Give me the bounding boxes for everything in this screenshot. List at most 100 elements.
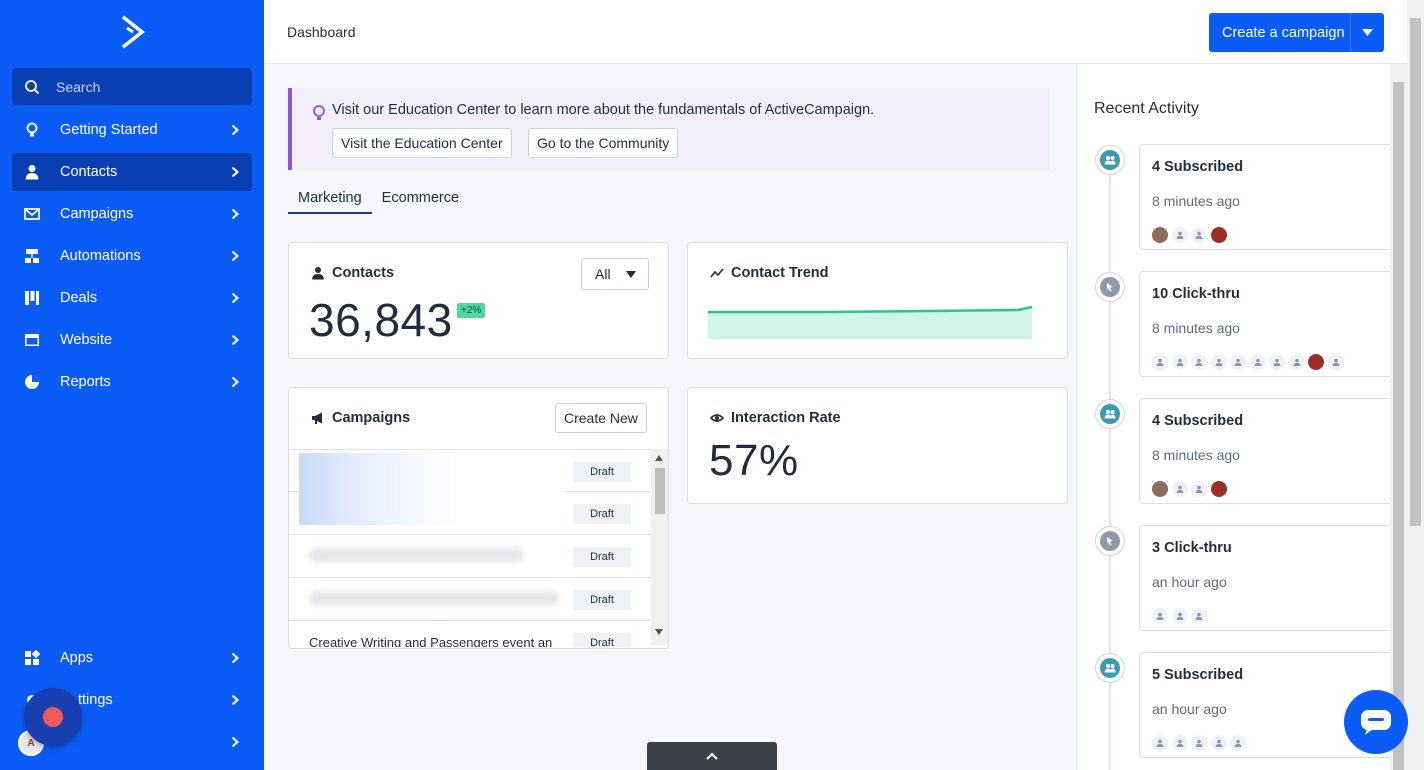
contact-avatar[interactable] (1210, 735, 1227, 751)
contact-avatar[interactable] (1152, 227, 1168, 243)
campaigns-scroll-thumb[interactable] (655, 468, 665, 514)
lightbulb-icon (313, 105, 325, 120)
activity-heading: 3 Click-thru (1152, 540, 1232, 556)
contact-avatar[interactable] (1152, 354, 1168, 370)
contact-avatar[interactable] (1210, 481, 1227, 497)
chevron-right-icon (231, 694, 239, 706)
activity-time: an hour ago (1152, 701, 1227, 717)
sidebar-item-label: Contacts (60, 164, 118, 180)
sidebar-item-automations[interactable]: Automations (12, 237, 252, 275)
contact-avatar[interactable] (1191, 481, 1207, 497)
contact-avatar[interactable] (1288, 354, 1305, 370)
blurred-campaign-name (309, 591, 559, 605)
campaign-name: Creative Writing and Passengers event an (309, 635, 553, 647)
sidebar-item-apps[interactable]: Apps (12, 639, 252, 677)
contact-avatar[interactable] (1171, 608, 1188, 624)
contact-avatar[interactable] (1171, 227, 1188, 243)
contact-avatar[interactable] (1210, 227, 1227, 243)
contact-avatar[interactable] (1308, 354, 1324, 370)
page-scroll-thumb[interactable] (1410, 18, 1421, 526)
pointer-icon (1100, 277, 1120, 297)
tab-marketing[interactable]: Marketing (288, 184, 372, 214)
chevron-up-icon (706, 752, 718, 760)
scroll-down-arrow-icon[interactable] (655, 629, 663, 635)
campaign-row[interactable]: Draft (289, 578, 651, 621)
activity-card[interactable]: 4 Subscribed 8 minutes ago (1139, 144, 1394, 250)
contact-avatar[interactable] (1191, 735, 1207, 751)
activity-card[interactable]: 3 Click-thru an hour ago (1139, 525, 1394, 631)
sidebar-item-contacts[interactable]: Contacts (12, 153, 252, 191)
contact-avatar[interactable] (1210, 354, 1227, 370)
contact-avatar[interactable] (1249, 354, 1266, 370)
contact-avatar[interactable] (1269, 354, 1285, 370)
create-campaign-button[interactable]: Create a campaign (1209, 13, 1384, 52)
contacts-filter-select[interactable]: All (581, 258, 649, 290)
record-icon (43, 707, 63, 727)
caret-down-icon (1362, 29, 1373, 36)
sidebar-item-label: ttings (78, 692, 113, 708)
automation-icon (25, 249, 39, 263)
campaigns-card-title: Campaigns (311, 410, 410, 426)
campaign-row[interactable]: Draft (289, 492, 651, 535)
campaigns-card: Campaigns Create New Draft Draft Draft D… (288, 387, 669, 649)
activity-scroll-thumb[interactable] (1393, 82, 1404, 770)
status-badge: Draft (573, 547, 631, 567)
contact-avatar[interactable] (1152, 735, 1168, 751)
people-icon (1100, 404, 1120, 424)
status-badge: Draft (573, 590, 631, 610)
click-thru-activity-icon (1095, 272, 1125, 302)
campaign-row[interactable]: Creative Writing and Passengers event an… (289, 621, 651, 647)
sidebar-item-campaigns[interactable]: Campaigns (12, 195, 252, 233)
chevron-right-icon (231, 652, 239, 664)
chat-button[interactable] (1344, 690, 1408, 754)
activity-card[interactable]: 4 Subscribed 8 minutes ago (1139, 398, 1394, 504)
select-value: All (595, 266, 611, 282)
create-campaign-dropdown[interactable] (1350, 13, 1384, 52)
people-icon (1100, 150, 1120, 170)
contact-avatar[interactable] (1191, 227, 1207, 243)
change-badge: +2% (457, 303, 486, 318)
contact-avatar[interactable] (1230, 354, 1246, 370)
collapse-panel-button[interactable] (647, 742, 777, 770)
go-to-community-button[interactable]: Go to the Community (528, 128, 679, 158)
campaign-row[interactable]: Draft (289, 449, 651, 525)
chevron-right-icon (231, 208, 239, 220)
sidebar-item-deals[interactable]: Deals (12, 279, 252, 317)
banner-text: Visit our Education Center to learn more… (332, 102, 875, 118)
sidebar-item-label: Getting Started (60, 122, 158, 138)
contact-avatar[interactable] (1191, 608, 1207, 624)
sidebar-item-website[interactable]: Website (12, 321, 252, 359)
search-input[interactable]: Search (56, 79, 100, 95)
tab-ecommerce[interactable]: Ecommerce (372, 184, 469, 214)
top-bar: Dashboard Create a campaign (264, 0, 1424, 64)
sidebar-item-getting-started[interactable]: Getting Started (12, 111, 252, 149)
search-bar[interactable]: Search (12, 68, 252, 105)
card-title-text: Interaction Rate (731, 410, 841, 426)
interaction-rate-value: 57% (709, 436, 799, 485)
create-new-campaign-button[interactable]: Create New (555, 403, 647, 433)
contact-avatar[interactable] (1230, 735, 1246, 751)
status-badge: Draft (573, 504, 631, 524)
visit-education-center-button[interactable]: Visit the Education Center (332, 128, 512, 158)
campaign-row[interactable]: Draft (289, 535, 651, 578)
contact-avatar[interactable] (1171, 735, 1188, 751)
chevron-right-icon (231, 292, 239, 304)
contact-avatar[interactable] (1152, 481, 1168, 497)
scroll-up-arrow-icon[interactable] (655, 455, 663, 461)
activecampaign-logo-icon[interactable] (118, 14, 146, 50)
contact-avatar[interactable] (1327, 354, 1344, 370)
sidebar-item-reports[interactable]: Reports (12, 363, 252, 401)
chevron-right-icon (231, 124, 239, 136)
campaigns-list: Draft Draft Draft Draft Creative Writing… (289, 449, 669, 647)
activity-avatars (1152, 481, 1230, 497)
contact-avatar[interactable] (1171, 354, 1188, 370)
subscribed-activity-icon (1095, 653, 1125, 683)
contact-avatar[interactable] (1191, 354, 1207, 370)
apps-icon (25, 650, 40, 665)
interaction-rate-card: Interaction Rate 57% (687, 387, 1068, 504)
record-button[interactable] (24, 688, 82, 746)
card-title-text: Contact Trend (731, 265, 829, 281)
contact-avatar[interactable] (1171, 481, 1188, 497)
contact-avatar[interactable] (1152, 608, 1168, 624)
activity-card[interactable]: 10 Click-thru 8 minutes ago (1139, 271, 1394, 377)
